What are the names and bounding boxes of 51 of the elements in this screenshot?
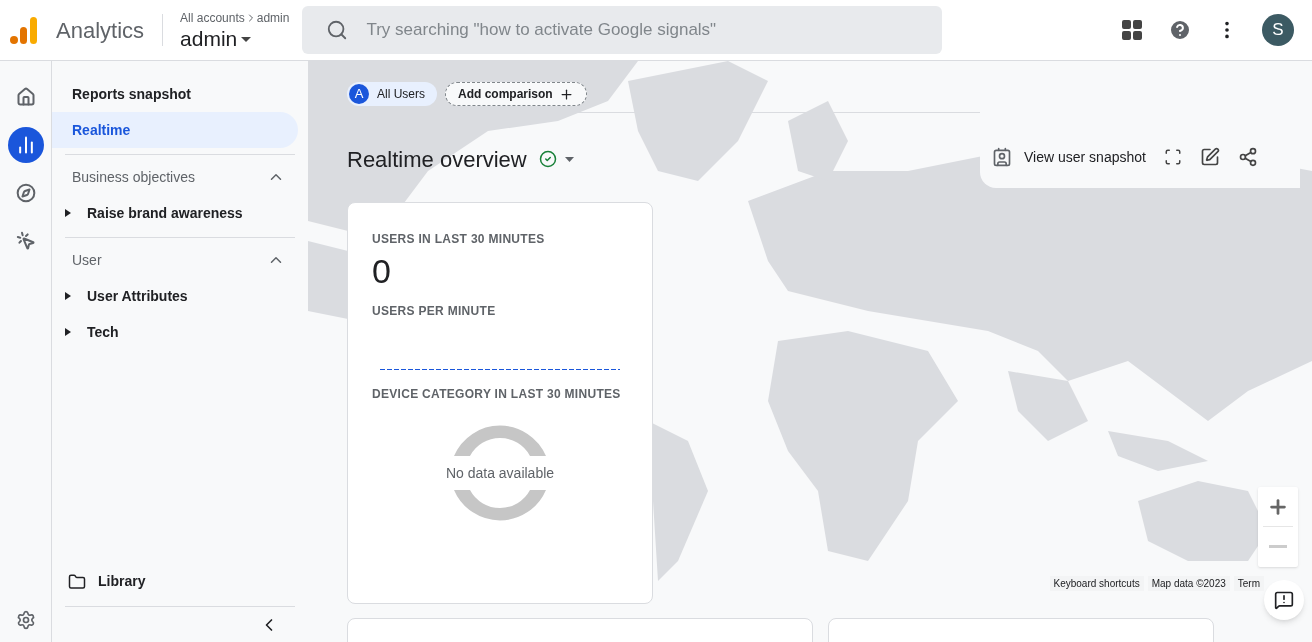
feedback-icon (1274, 590, 1294, 610)
user-count: 0 (372, 251, 392, 292)
breadcrumb-link[interactable]: All accounts (180, 9, 245, 27)
map-footer-link[interactable]: Term (1233, 576, 1264, 591)
pointer-icon (15, 231, 36, 251)
plus-icon (558, 86, 574, 102)
segment-chip[interactable]: A All Users (347, 82, 437, 106)
fullscreen-icon[interactable] (1163, 148, 1182, 166)
nav-item[interactable]: User Attributes (65, 278, 295, 314)
logo-icon (10, 15, 38, 45)
caret-icon (65, 328, 71, 336)
card-label: USERS IN LAST 30 MINUTES (372, 231, 546, 248)
map-footer-link[interactable]: Map data ©2023 (1147, 576, 1230, 591)
minus-icon (1269, 545, 1287, 548)
account-selector[interactable]: admin (180, 27, 290, 51)
add-comparison-button[interactable]: Add comparison (445, 82, 587, 106)
compass-icon (15, 183, 36, 203)
rail-button[interactable] (7, 127, 44, 163)
home-icon (15, 87, 36, 107)
folder-icon (68, 572, 86, 591)
segment-badge: A (349, 84, 369, 104)
nav-item[interactable]: Tech (65, 314, 295, 350)
section-header[interactable]: User (65, 242, 295, 278)
edit-chart-icon[interactable] (1199, 147, 1220, 167)
card-label: USERS PER MINUTE (372, 303, 497, 320)
caret-icon (65, 209, 71, 217)
empty-message: No data available (445, 463, 555, 483)
help-icon[interactable] (1168, 18, 1192, 42)
dropdown-caret-icon (241, 36, 252, 42)
settings-icon[interactable] (15, 610, 36, 630)
nav-item[interactable]: Raise brand awareness (65, 195, 295, 231)
breadcrumb-link[interactable]: admin (256, 9, 290, 27)
nav-item[interactable]: Realtime (52, 112, 298, 148)
search-icon (326, 19, 349, 41)
view-user-snapshot-button[interactable]: View user snapshot (992, 146, 1146, 168)
dropdown-caret-icon[interactable] (564, 156, 574, 162)
page-title: Realtime overview (347, 145, 527, 174)
check-circle-icon (538, 150, 557, 168)
section-header[interactable]: Business objectives (65, 159, 295, 195)
user-snapshot-icon (992, 147, 1012, 167)
apps-icon[interactable] (1120, 18, 1144, 42)
avatar[interactable]: S (1262, 14, 1294, 46)
library-item[interactable]: Library (68, 571, 298, 592)
nav-item[interactable]: Reports snapshot (52, 76, 298, 112)
segment-label: All Users (377, 86, 425, 103)
map-footer-link[interactable]: Keyboard shortcuts (1049, 576, 1144, 591)
search-field[interactable]: Try searching "how to activate Google signals" (302, 6, 943, 54)
card-label: DEVICE CATEGORY IN LAST 30 MINUTES (372, 386, 622, 403)
share-icon[interactable] (1237, 147, 1258, 167)
caret-icon (65, 292, 71, 300)
product-name: Analytics (56, 16, 145, 45)
